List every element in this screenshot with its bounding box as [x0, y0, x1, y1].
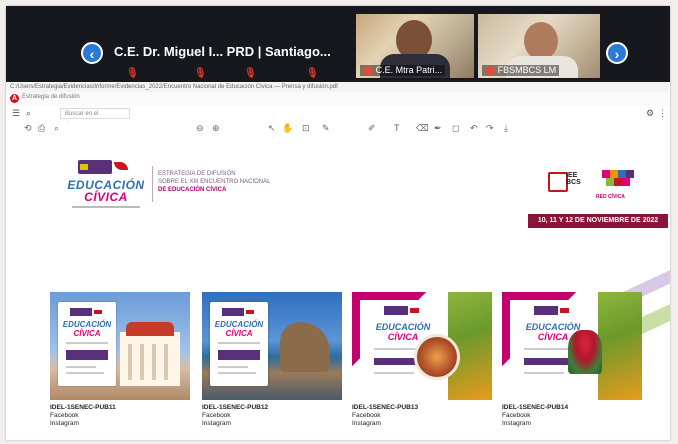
divider: [152, 166, 153, 202]
participant-name: FBSMBCS LM: [497, 65, 557, 75]
participant-video-tile[interactable]: ⬤ C.E. Mtra Patri...: [356, 14, 474, 78]
zoom-icon[interactable]: ⌕: [54, 123, 59, 134]
muted-mic-icon: 🎙: [126, 68, 139, 79]
redo-icon[interactable]: ↷: [486, 123, 494, 134]
poster-thumbnail: EDUCACIÓN CÍVICA: [58, 302, 116, 386]
publication-card[interactable]: EDUCACIÓN CÍVICA: [502, 292, 642, 400]
save-icon[interactable]: ⤓: [504, 123, 508, 134]
food-illustration: [414, 334, 460, 380]
video-call-bar: ‹ C.E. Dr. Miguel I... PRD | Santiago...…: [6, 6, 670, 82]
card-caption: IDEL-1SENEC-PUB12 Facebook Instagram: [202, 404, 269, 427]
settings-icon[interactable]: ⚙: [646, 108, 654, 119]
publication-card[interactable]: EDUCACIÓN CÍVICA: [352, 292, 492, 400]
muted-mic-icon: 🎙: [244, 68, 257, 79]
building-illustration: [120, 322, 180, 386]
muted-mic-icon: 🎙: [194, 68, 207, 79]
hand-icon[interactable]: ✋: [282, 123, 293, 134]
sidebar-toggle-icon[interactable]: ☰: [12, 108, 20, 119]
rock-illustration: [280, 322, 330, 372]
highlight-icon[interactable]: ✎: [322, 123, 330, 134]
logo-text-line2: CÍVICA: [84, 190, 128, 204]
publication-card[interactable]: EDUCACIÓN CÍVICA: [202, 292, 342, 400]
draw-icon[interactable]: ✐: [368, 123, 376, 134]
publication-card[interactable]: EDUCACIÓN CÍVICA: [50, 292, 190, 400]
pdf-page: EDUCACIÓN CÍVICA ESTRATEGIA DE DIFUSIÓN …: [6, 136, 670, 440]
plant-illustration: [568, 330, 602, 374]
muted-mic-icon: ⬤: [485, 65, 496, 75]
print-icon[interactable]: ⎙: [38, 123, 45, 134]
eraser-icon[interactable]: ⌫: [416, 123, 429, 134]
fit-page-icon[interactable]: ⊡: [302, 123, 310, 134]
muted-mic-icon: ⬤: [363, 65, 374, 75]
undo-icon[interactable]: ↶: [470, 123, 478, 134]
screenshot-frame: ‹ C.E. Dr. Miguel I... PRD | Santiago...…: [6, 6, 670, 440]
card-caption: IDEL-1SENEC-PUB11 Facebook Instagram: [50, 404, 116, 427]
poster-thumbnail: EDUCACIÓN CÍVICA: [210, 302, 268, 386]
document-search-input[interactable]: Buscar en el documento: [60, 108, 130, 128]
card-caption: IDEL-1SENEC-PUB13 Facebook Instagram: [352, 404, 419, 427]
search-icon[interactable]: ⌕: [26, 108, 31, 119]
browser-toolbar: ☰ ⌕ Buscar en el documento ⚙ ⋮: [6, 106, 670, 128]
tab-label[interactable]: Estrategia de difusión: [22, 94, 80, 100]
menu-icon[interactable]: ⋮: [658, 108, 667, 119]
event-date-banner: 10, 11 Y 12 DE NOVIEMBRE DE 2022: [528, 214, 668, 228]
pen-icon[interactable]: ✒: [434, 123, 442, 134]
address-line[interactable]: C:/Users/Estrategia/Evidencias/Informe/E…: [6, 82, 670, 92]
pdf-app-icon: A: [10, 94, 19, 103]
educacion-civica-logo: EDUCACIÓN CÍVICA: [66, 156, 146, 214]
strategy-heading: ESTRATEGIA DE DIFUSIÓN SOBRE EL XIII ENC…: [158, 171, 271, 193]
cursor-icon[interactable]: ↖: [268, 123, 276, 134]
zoom-in-icon[interactable]: ⊕: [212, 123, 220, 134]
zoom-out-icon[interactable]: ⊖: [196, 123, 204, 134]
tab-bar: A Estrategia de difusión: [6, 92, 670, 107]
muted-mic-icon: 🎙: [306, 68, 319, 79]
rotate-icon[interactable]: ⟲: [24, 123, 32, 134]
call-title: C.E. Dr. Miguel I... PRD | Santiago...: [114, 44, 331, 59]
red-civica-logo: RED CÍVICA: [596, 166, 640, 202]
card-caption: IDEL-1SENEC-PUB14 Facebook Instagram: [502, 404, 569, 427]
chevron-left-icon[interactable]: ‹: [81, 42, 103, 64]
participant-video-tile[interactable]: ⬤ FBSMBCS LM: [478, 14, 600, 78]
shape-icon[interactable]: ◻: [452, 123, 459, 134]
chevron-right-icon[interactable]: ›: [606, 42, 628, 64]
text-icon[interactable]: T: [394, 123, 400, 133]
pdf-toolbar: ⟲ ⎙ ⌕ ⊖ ⊕ ↖ ✋ ⊡ ✎ ✐ T ⌫ ✒ ◻ ↶ ↷ ⤓: [6, 122, 670, 136]
ieebcs-logo: IEE BCS: [544, 170, 581, 196]
house-icon: [548, 172, 568, 192]
participant-name: C.E. Mtra Patri...: [375, 65, 443, 75]
participant-avatar: [524, 22, 558, 60]
